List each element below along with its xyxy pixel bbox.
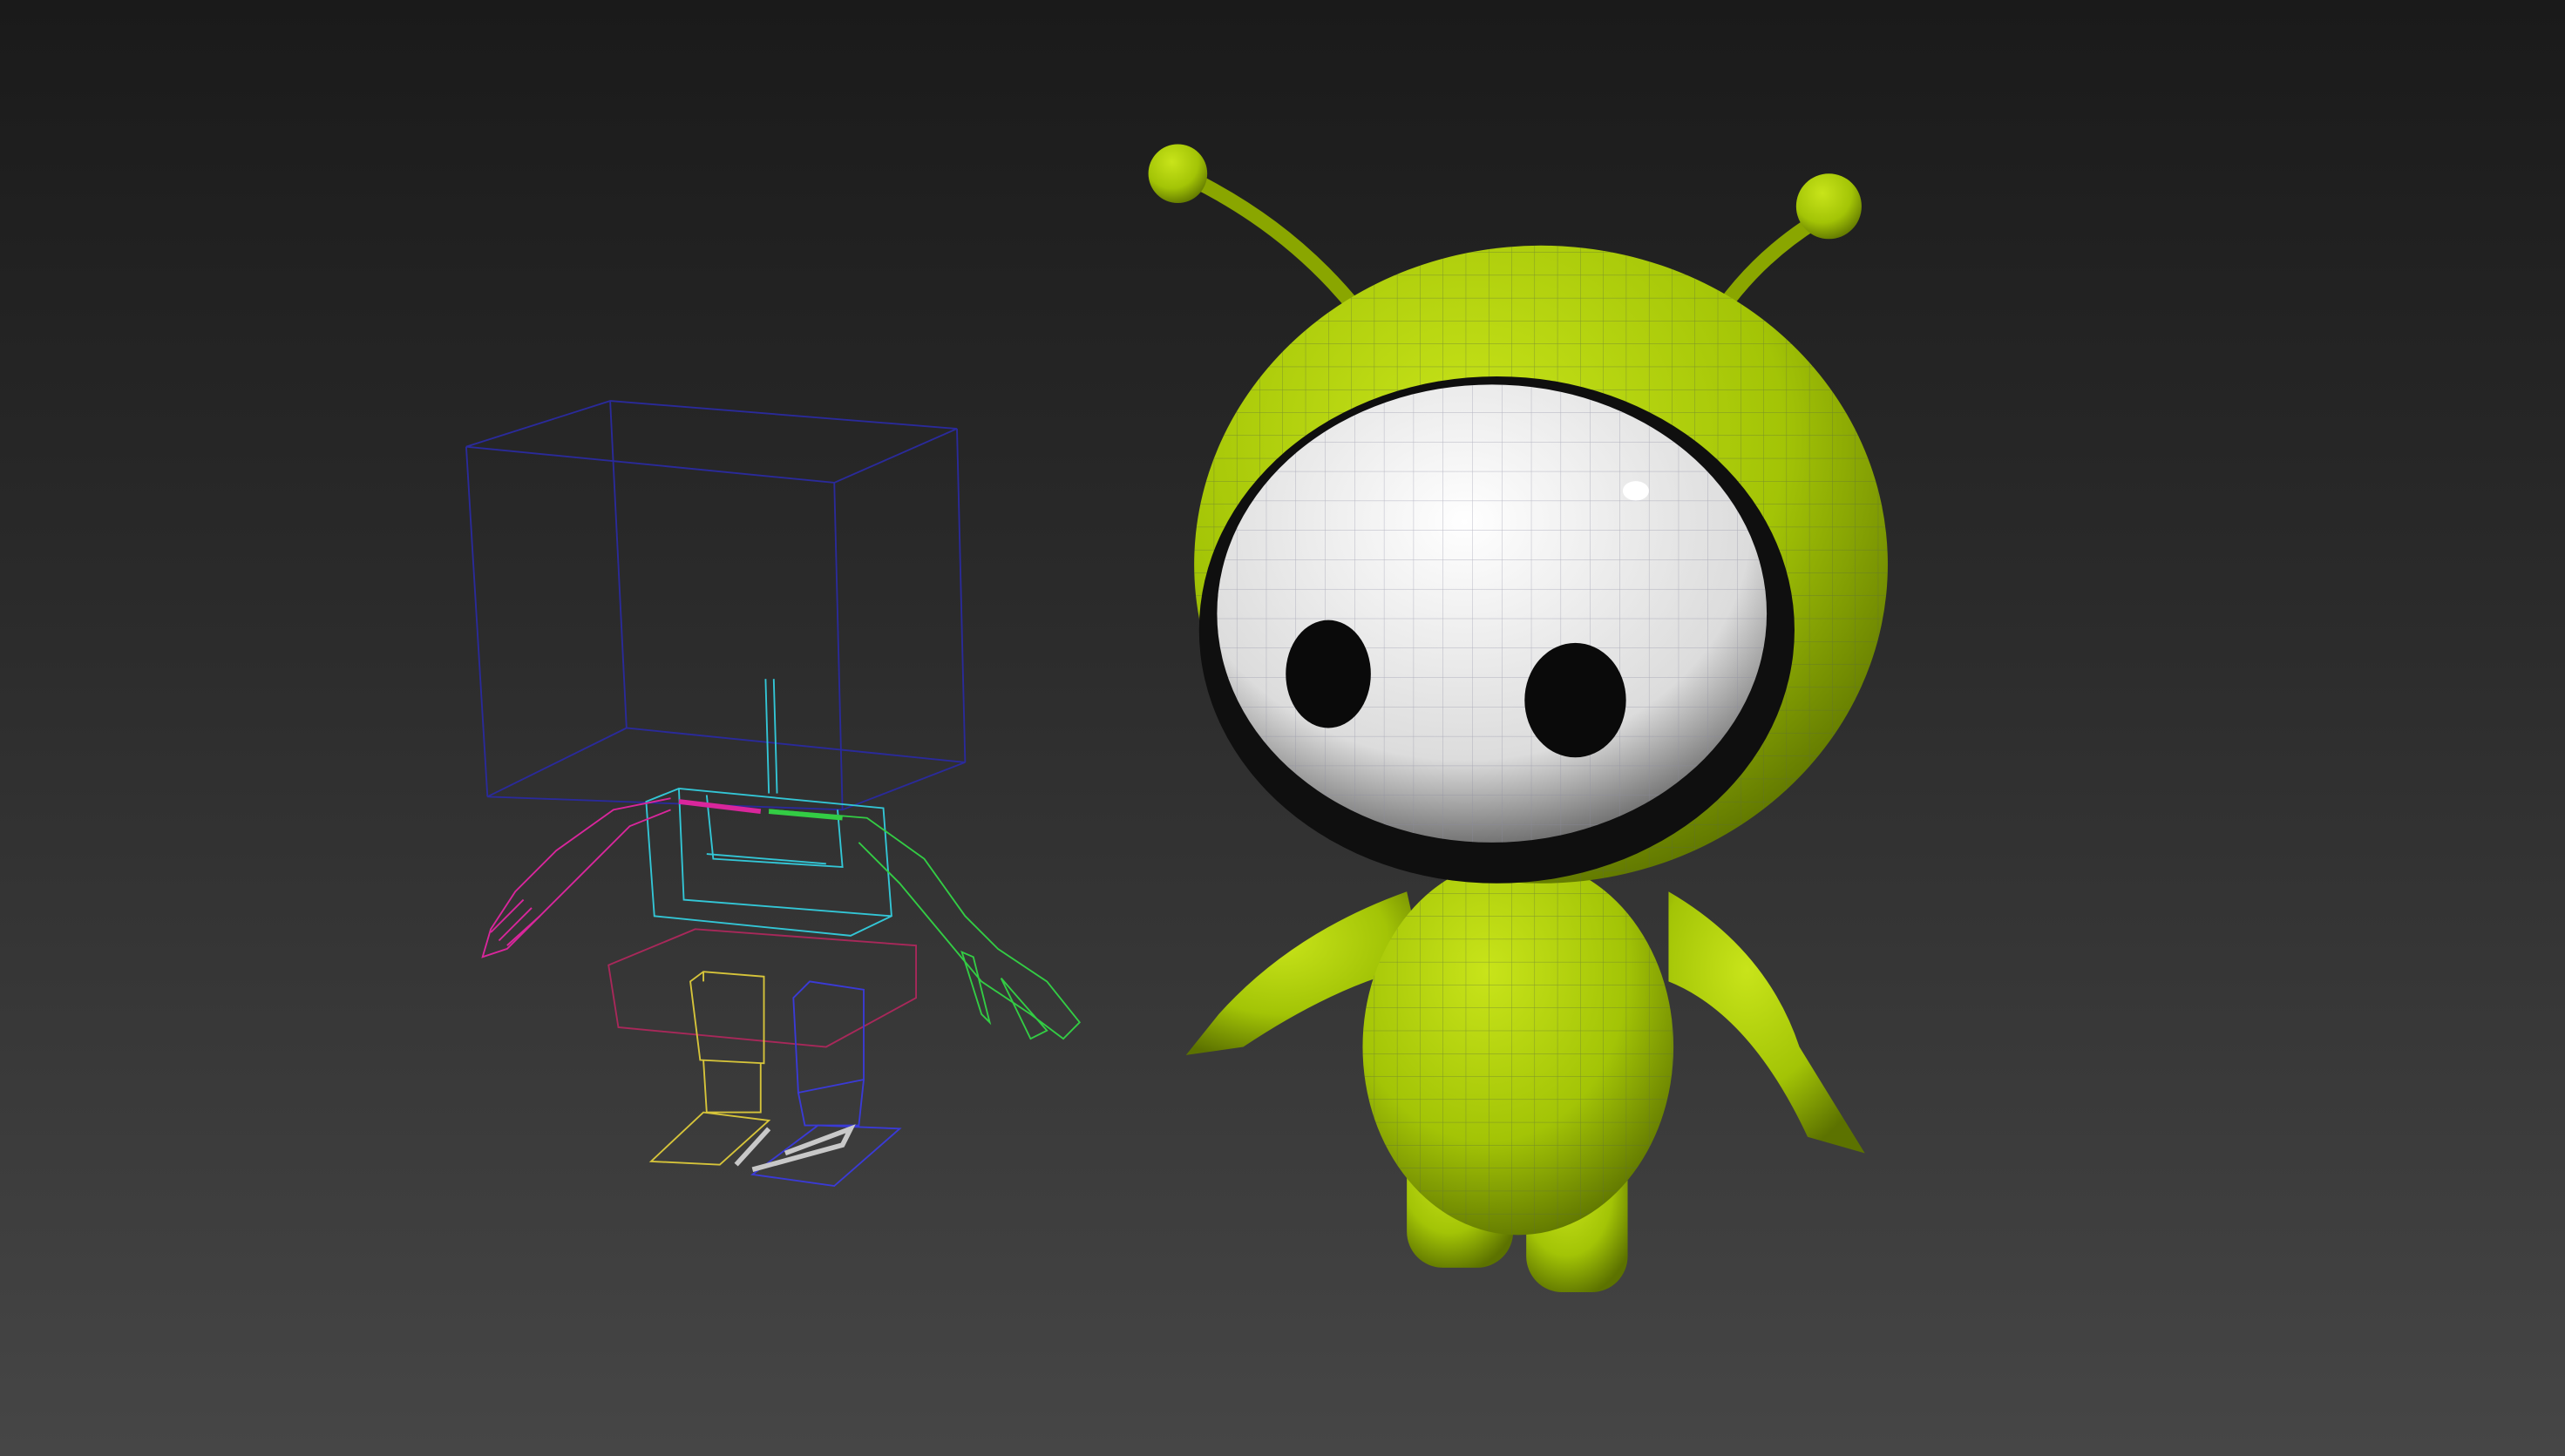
right-leg-bones[interactable] [750, 980, 902, 1188]
viewport-canvas[interactable] [0, 0, 2565, 1456]
alien-character-model[interactable] [1148, 144, 1888, 1293]
head-control-box[interactable] [465, 400, 967, 811]
right-arm-bones[interactable] [768, 809, 1082, 1040]
left-antenna[interactable] [1148, 144, 1364, 316]
left-leg-bones[interactable] [648, 971, 771, 1166]
3d-viewport[interactable] [0, 0, 2565, 1456]
right-eye [1524, 642, 1626, 758]
pelvis-control[interactable] [607, 928, 918, 1048]
character-rig-wireframe[interactable] [465, 400, 1082, 1188]
visor-highlight [1622, 481, 1649, 501]
left-arm-bones[interactable] [481, 797, 762, 958]
left-eye [1286, 620, 1371, 728]
neck-bone [764, 679, 778, 794]
